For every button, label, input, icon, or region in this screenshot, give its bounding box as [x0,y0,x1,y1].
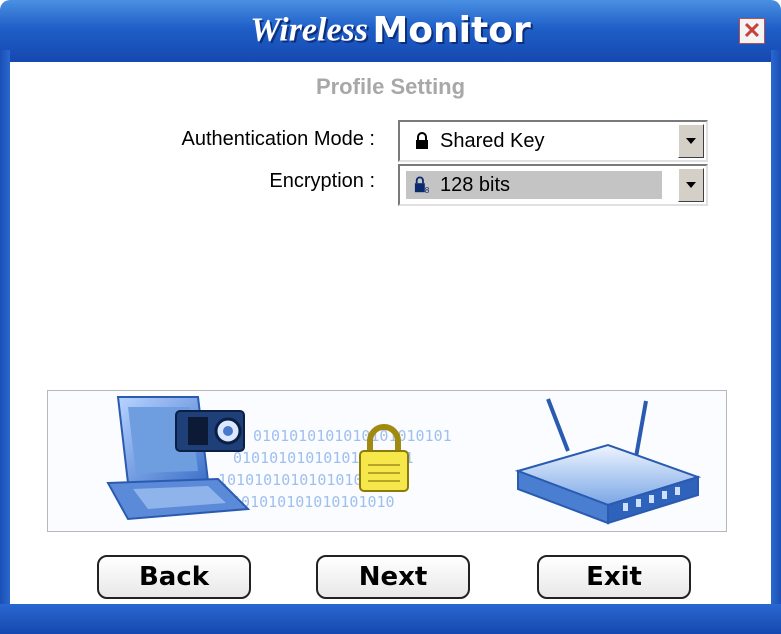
lock-icon [414,132,432,150]
wireless-monitor-window: Wireless Monitor ✕ Profile Setting Authe… [0,0,781,634]
encryption-dropdown-button[interactable] [678,168,704,202]
title-wireless: Wireless [250,11,369,49]
camera-icon [175,410,245,452]
binary-line-4: 0101010101010101010 [223,493,395,511]
encryption-lock-icon: 8 [414,175,432,195]
window-border-left [0,50,10,634]
authentication-mode-select[interactable]: Shared Key [398,120,708,162]
dialog-content: Profile Setting Authentication Mode : Sh… [10,62,771,604]
chevron-down-icon [686,182,696,188]
back-button[interactable]: Back [97,555,251,599]
encryption-label: Encryption : [269,170,375,192]
router-icon [514,398,702,525]
close-button[interactable]: ✕ [739,18,765,44]
exit-button[interactable]: Exit [537,555,691,599]
binary-line-1: 0101010101010101010101 [253,427,452,445]
window-title: Wireless Monitor [0,10,781,54]
chevron-down-icon [686,138,696,144]
authentication-mode-value: Shared Key [406,127,662,155]
encryption-text: 128 bits [440,173,511,196]
window-border-right [771,50,781,634]
authentication-dropdown-button[interactable] [678,124,704,158]
svg-text:8: 8 [425,186,430,195]
authentication-mode-text: Shared Key [440,129,545,152]
security-banner: 0101010101010101010101 01010101010101010… [47,390,727,532]
security-illustration: 0101010101010101010101 01010101010101010… [106,396,702,525]
page-subtitle: Profile Setting [315,74,466,99]
window-border-bottom [0,604,781,634]
encryption-value: 8 128 bits [406,171,662,199]
close-icon: ✕ [742,18,762,43]
encryption-select[interactable]: 8 128 bits [398,164,708,206]
title-monitor: Monitor [372,10,531,51]
next-button[interactable]: Next [316,555,470,599]
authentication-mode-label: Authentication Mode : [181,128,375,150]
